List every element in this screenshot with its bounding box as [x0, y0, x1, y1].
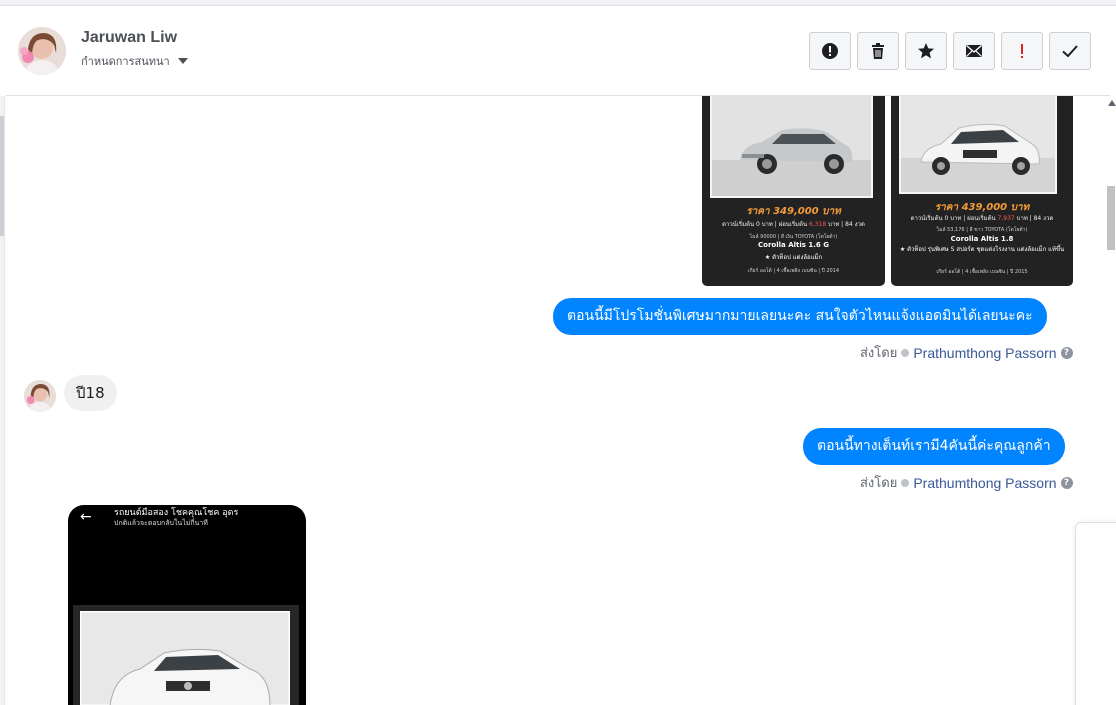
side-panel-tab[interactable]: [1075, 522, 1116, 705]
car-model: Corolla Altis 1.6 G: [758, 241, 829, 249]
help-icon[interactable]: ?: [1060, 346, 1073, 359]
screenshot-title: รถยนต์มือสอง โชคคุณโชค อุดร: [114, 508, 239, 518]
car-price: ราคา 349,000 บาท: [746, 206, 841, 217]
outgoing-message[interactable]: ตอนนี้ทางเต็นท์เรามี4คันนี้ค่ะคุณลูกค้า: [803, 428, 1065, 465]
help-icon[interactable]: ?: [1060, 476, 1073, 489]
assign-label: กำหนดการสนทนา: [81, 55, 170, 68]
car-card[interactable]: ราคา 349,000 บาท ดาวน์เริ่มต้น 0 บาท | ผ…: [702, 96, 885, 286]
terms-prefix: ดาวน์เริ่มต้น 0 บาท | ผ่อนเริ่มต้น: [910, 215, 998, 222]
delete-button[interactable]: [857, 32, 899, 70]
sent-by-info: ส่งโดย Prathumthong Passorn ?: [860, 342, 1073, 363]
report-spam-button[interactable]: [809, 32, 851, 70]
incoming-image-attachment[interactable]: ← รถยนต์มือสอง โชคคุณโชค อุดร ปกติแล้วจะ…: [68, 505, 306, 705]
agent-avatar-icon: [901, 478, 910, 487]
contact-avatar-small[interactable]: [24, 380, 56, 412]
conversation-header: Jaruwan Liw กำหนดการสนทนา: [6, 6, 1110, 96]
terms-suffix: บาท | 84 งวด: [826, 221, 865, 228]
back-arrow-icon: ←: [80, 509, 92, 525]
envelope-icon: [966, 44, 982, 57]
scroll-thumb[interactable]: [1107, 186, 1115, 250]
screenshot-subtitle: ปกติแล้วจะตอบกลับในไม่กี่นาที: [114, 519, 208, 527]
sent-by-label: ส่งโดย: [860, 346, 898, 361]
follow-up-button[interactable]: [1001, 32, 1043, 70]
scroll-up-icon[interactable]: [1108, 100, 1116, 106]
car-specs: ไมล์ 53,176 | สี ขาว TOYOTA (โตโยต้า): [936, 227, 1028, 233]
agent-avatar-icon: [901, 348, 910, 357]
terms-prefix: ดาวน์เริ่มต้น 0 บาท | ผ่อนเริ่มต้น: [722, 221, 810, 228]
car-model: Corolla Altis 1.8: [950, 235, 1014, 243]
star-icon: [918, 43, 934, 59]
conversation-actions: [809, 32, 1091, 70]
car-card[interactable]: ราคา 439,000 บาท ดาวน์เริ่มต้น 0 บาท | ผ…: [891, 96, 1073, 286]
check-icon: [1062, 45, 1078, 58]
trash-icon: [872, 43, 884, 59]
agent-name-link[interactable]: Prathumthong Passorn: [913, 345, 1056, 361]
car-features: ★ ตัวท็อป รุ่นพิเศษ S สปอร์ต ชุดแต่งโรงง…: [899, 246, 1065, 253]
left-scroll-thumb[interactable]: [0, 116, 4, 236]
sent-by-label: ส่งโดย: [860, 476, 898, 491]
terms-monthly: 6,318: [809, 221, 827, 228]
car-footer: เกียร์ ออโต้ | 4 เชื้อเพลิง เบนซิน | ปี …: [747, 268, 840, 274]
chevron-down-icon: [177, 58, 188, 64]
alert-circle-icon: [822, 43, 838, 59]
outgoing-message[interactable]: ตอนนี้มีโปรโมชั่นพิเศษมากมายเลยนะคะ สนใจ…: [553, 298, 1047, 335]
agent-name-link[interactable]: Prathumthong Passorn: [913, 475, 1056, 491]
message-feed[interactable]: ราคา 349,000 บาท ดาวน์เริ่มต้น 0 บาท | ผ…: [6, 96, 1106, 705]
left-scroll-edge: [0, 96, 5, 705]
car-terms: ดาวน์เริ่มต้น 0 บาท | ผ่อนเริ่มต้น 6,318…: [702, 219, 885, 229]
mark-unread-button[interactable]: [953, 32, 995, 70]
terms-monthly: 7,937: [997, 215, 1015, 222]
car-specs: ไมล์ 90000 | สี เงิน TOYOTA (โตโยต้า): [749, 234, 838, 240]
star-button[interactable]: [905, 32, 947, 70]
screenshot-car-frame: [73, 605, 299, 705]
contact-name[interactable]: Jaruwan Liw: [81, 29, 177, 47]
mark-done-button[interactable]: [1049, 32, 1091, 70]
sent-by-info: ส่งโดย Prathumthong Passorn ?: [860, 472, 1073, 493]
assign-conversation-dropdown[interactable]: กำหนดการสนทนา: [81, 52, 188, 70]
exclamation-icon: [1021, 44, 1023, 58]
incoming-message[interactable]: ปี18: [64, 375, 117, 411]
car-photo: [899, 96, 1057, 194]
car-features: ★ ตัวท็อป แต่งล้อแม็ก: [764, 254, 823, 261]
contact-avatar[interactable]: [18, 27, 66, 75]
car-photo: [710, 96, 873, 198]
car-footer: เกียร์ ออโต้ | 4 เชื้อเพลิง เบนซิน | ปี …: [936, 269, 1028, 275]
car-terms: ดาวน์เริ่มต้น 0 บาท | ผ่อนเริ่มต้น 7,937…: [891, 213, 1073, 223]
terms-suffix: บาท | 84 งวด: [1014, 215, 1054, 222]
